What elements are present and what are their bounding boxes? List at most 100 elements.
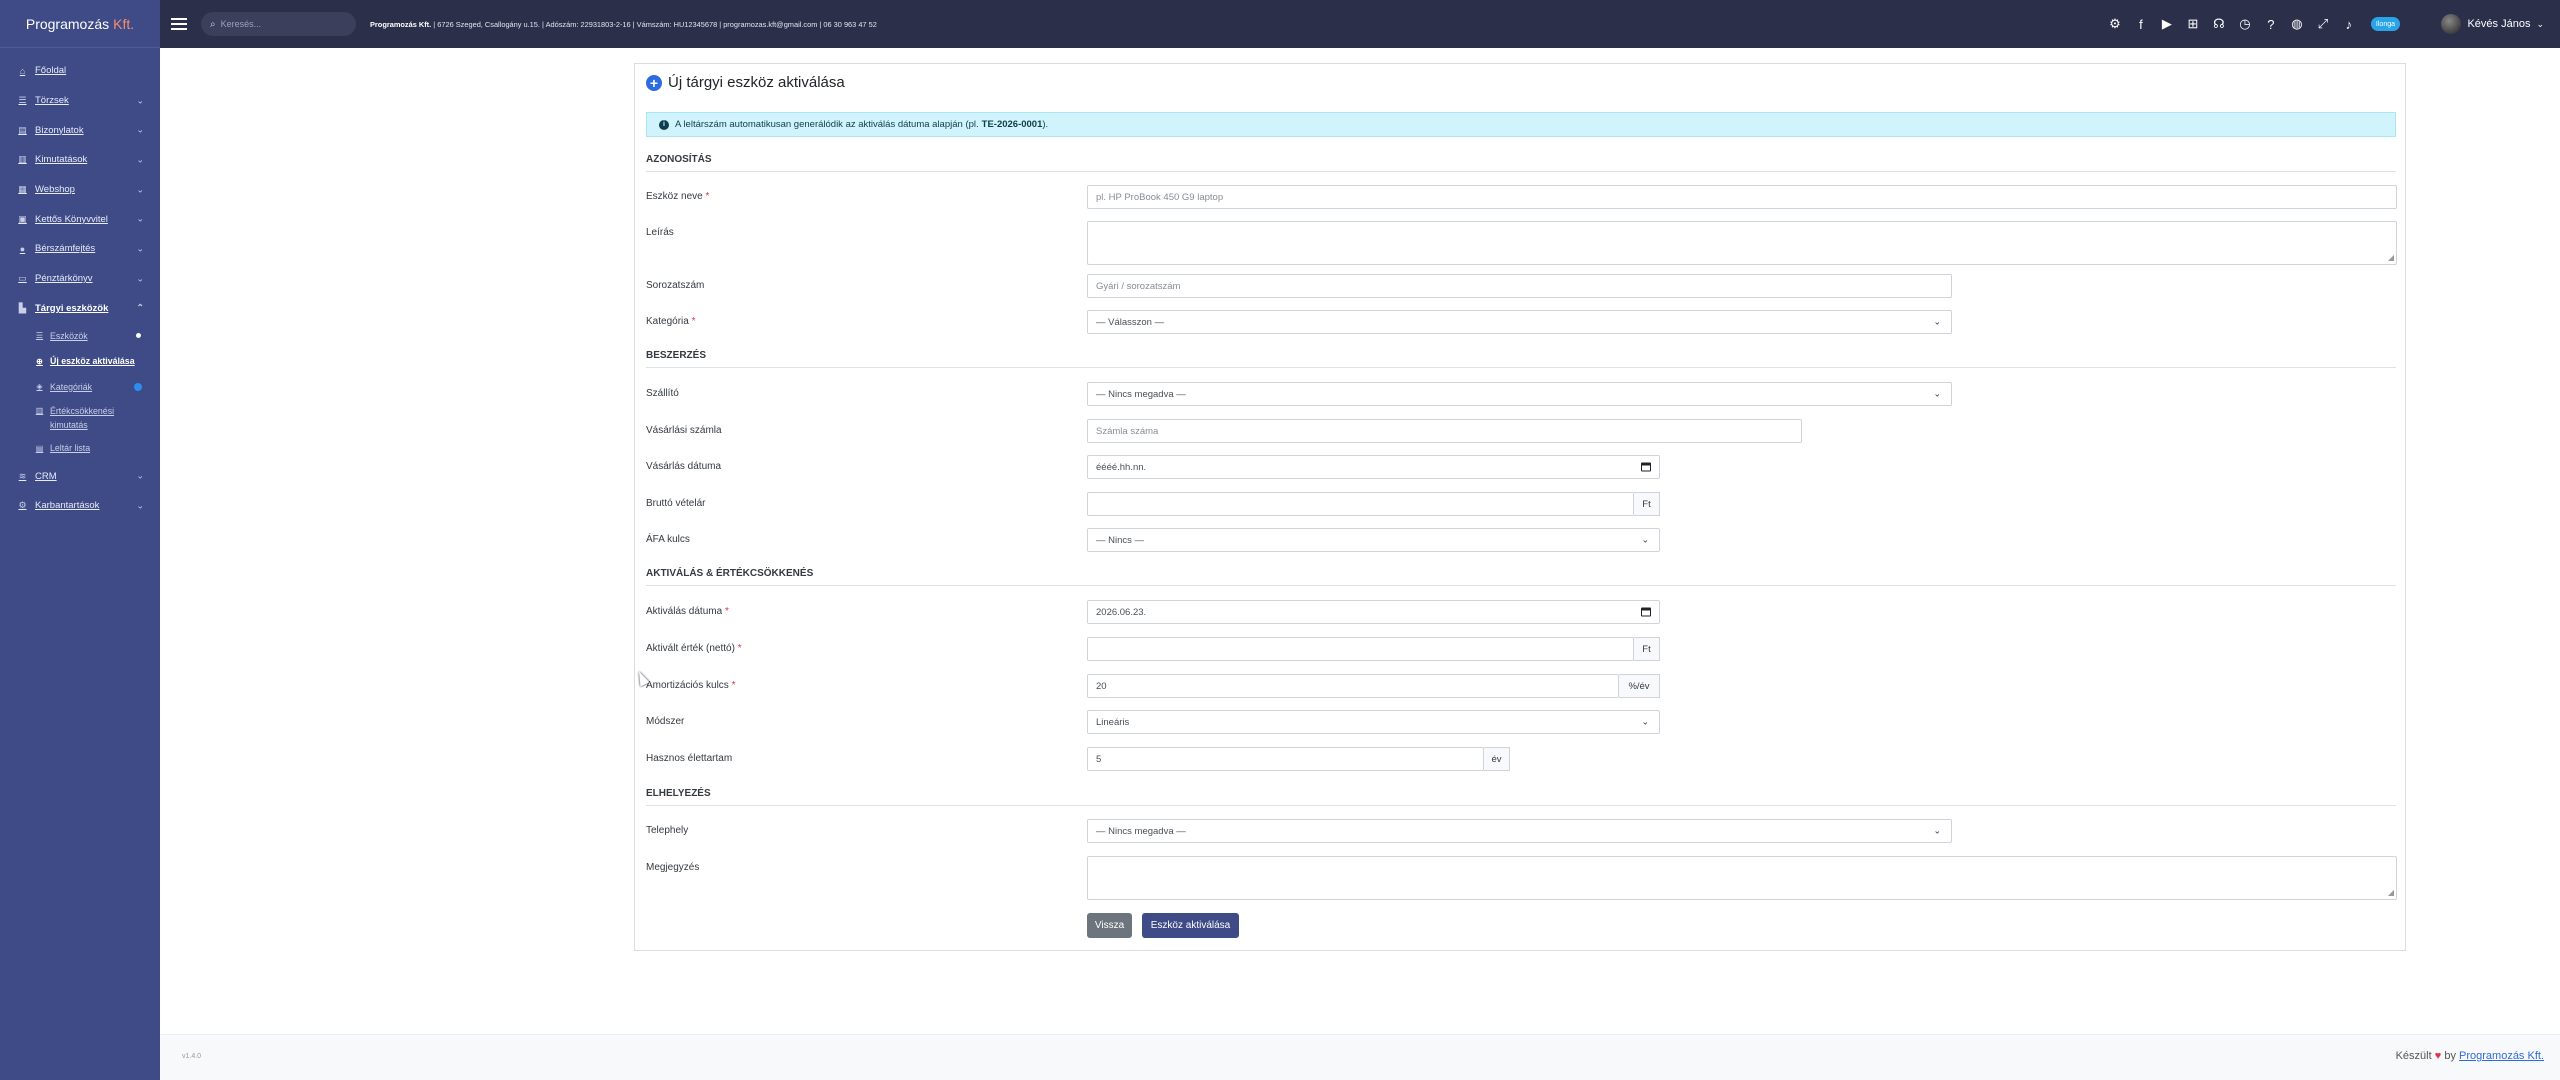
activation-date-input[interactable]: 2026.06.23. <box>1087 600 1660 624</box>
footer: v1.4.0 Készült ♥ by Programozás Kft. <box>160 1034 2560 1080</box>
sidebar-item-targyi-eszkozok[interactable]: ▙ Tárgyi eszközök ⌃ <box>0 294 160 324</box>
sidebar-subitem-ertekcsokkenesi-kimutatas[interactable]: ▥ Értékcsökkenési kimutatás <box>0 400 160 436</box>
vat-select[interactable]: — Nincs — ⌄ <box>1087 528 1660 552</box>
serial-number-input[interactable]: Gyári / sorozatszám <box>1087 274 1952 298</box>
sidebar-item-torzsek[interactable]: ☰ Törzsek ⌄ <box>0 86 160 116</box>
search-icon: ⌕ <box>210 18 216 30</box>
chat-icon[interactable]: ◍ <box>2289 16 2305 32</box>
resize-handle-icon[interactable]: ◢ <box>2388 888 2394 897</box>
topbar-icons: ⚙ f ▶ ⊞ ☊ ◷ ? ◍ ⤢ ♪ Ilonga <box>2107 0 2400 48</box>
brand-logo[interactable]: Programozás Kft. <box>0 0 160 48</box>
user-name: Kévés János <box>2467 18 2531 30</box>
asset-icon: ▙ <box>19 302 26 313</box>
chevron-down-icon: ⌄ <box>136 213 144 224</box>
chevron-down-icon: ⌄ <box>2536 18 2544 29</box>
settings-icon[interactable]: ⚙ <box>2107 16 2123 32</box>
chart-icon: ▥ <box>18 154 27 165</box>
info-icon: i <box>659 119 669 130</box>
sidebar-item-bizonylatok[interactable]: ▤ Bizonylatok ⌄ <box>0 115 160 145</box>
useful-life-input[interactable]: 5 <box>1087 747 1484 771</box>
gross-price-input[interactable] <box>1087 492 1634 516</box>
chevron-down-icon: ⌄ <box>1933 316 1941 327</box>
facebook-icon[interactable]: f <box>2133 16 2149 32</box>
sidebar-nav: ⌂ Főoldal ☰ Törzsek ⌄ ▤ Bizonylatok ⌄ ▥ Kimuta… <box>0 48 160 521</box>
label-vasarlasi-szamla: Vásárlási számla <box>646 425 722 436</box>
help-icon[interactable]: ? <box>2263 16 2279 32</box>
sidebar-item-crm[interactable]: ≋ CRM ⌄ <box>0 461 160 491</box>
section-elhelyezes: ELHELYEZÉS <box>646 788 2396 806</box>
search-input[interactable]: ⌕ Keresés... <box>201 12 356 36</box>
label-brutto-vetelar: Bruttó vételár <box>646 498 706 509</box>
fullscreen-icon[interactable]: ⤢ <box>2315 16 2331 32</box>
section-azonositas: AZONOSÍTÁS <box>646 154 2396 172</box>
status-badge[interactable]: Ilonga <box>2370 17 2400 31</box>
sidebar-item-webshop[interactable]: ▦ Webshop ⌄ <box>0 175 160 205</box>
sidebar-item-fooldal[interactable]: ⌂ Főoldal <box>0 56 160 86</box>
info-alert: iA leltárszám automatikusan generálódik … <box>646 112 2396 137</box>
chart-line-icon: ▥ <box>35 405 44 415</box>
resize-handle-icon[interactable]: ◢ <box>2388 253 2394 262</box>
note-textarea[interactable]: ◢ <box>1087 856 2397 900</box>
bell-icon[interactable]: ♪ <box>2341 16 2357 32</box>
hamburger-menu-icon[interactable] <box>171 18 187 30</box>
label-telephely: Telephely <box>646 825 689 836</box>
invoice-number-input[interactable]: Számla száma <box>1087 419 1802 443</box>
sidebar-item-kettos-konyvvitel[interactable]: ▣ Kettős Könyvvitel ⌄ <box>0 204 160 234</box>
label-szallito: Szállító <box>646 388 679 399</box>
sidebar-subitem-leltar-lista[interactable]: ▤ Leltár lista <box>0 436 160 462</box>
heart-icon: ♥ <box>2434 1050 2442 1062</box>
chevron-down-icon: ⌄ <box>1641 534 1649 545</box>
company-link[interactable]: Programozás Kft. <box>2459 1050 2544 1062</box>
currency-addon: Ft <box>1634 492 1660 516</box>
sidebar-subitem-eszkozok[interactable]: ☰ Eszközök <box>0 323 160 349</box>
chevron-down-icon: ⌄ <box>136 243 144 254</box>
user-menu[interactable]: Kévés János ⌄ <box>2441 0 2544 48</box>
status-dot <box>136 333 141 339</box>
method-select[interactable]: Lineáris ⌄ <box>1087 710 1660 734</box>
list-icon: ☰ <box>35 331 44 341</box>
label-aktivalt-ertek: Aktivált érték (nettó) * <box>646 643 742 654</box>
status-dot <box>134 382 142 391</box>
chevron-down-icon: ⌄ <box>1933 825 1941 836</box>
crm-icon: ≋ <box>18 470 27 481</box>
description-textarea[interactable]: ◢ <box>1087 221 2397 265</box>
activate-asset-button[interactable]: Eszköz aktiválása <box>1142 913 1239 938</box>
label-eszkoz-neve: Eszköz neve * <box>646 191 710 202</box>
sidebar-subitem-kategoriak[interactable]: ◈ Kategóriák <box>0 374 160 400</box>
chevron-down-icon: ⌄ <box>136 273 144 284</box>
section-aktivalas: AKTIVÁLÁS & ÉRTÉKCSÖKKENÉS <box>646 568 2396 586</box>
cash-icon: ▭ <box>18 273 27 284</box>
label-hasznos-elettartam: Hasznos élettartam <box>646 753 733 764</box>
plus-circle-icon: + <box>646 74 662 91</box>
page-title: + Új tárgyi eszköz aktiválása <box>646 74 845 91</box>
youtube-icon[interactable]: ▶ <box>2159 16 2175 32</box>
sidebar-item-berszamfejtes[interactable]: ● Bérszámfejtés ⌄ <box>0 234 160 264</box>
sidebar-item-karbantartasok[interactable]: ⚙ Karbantartások ⌄ <box>0 491 160 521</box>
back-button[interactable]: Vissza <box>1087 913 1132 938</box>
cart-icon[interactable]: ⊞ <box>2185 16 2201 32</box>
search-placeholder: Keresés... <box>220 19 262 29</box>
label-megjegyzes: Megjegyzés <box>646 862 700 873</box>
chevron-down-icon: ⌄ <box>136 184 144 195</box>
chevron-down-icon: ⌄ <box>136 154 144 165</box>
history-icon[interactable]: ◷ <box>2237 16 2253 32</box>
percent-per-year-addon: %/év <box>1619 674 1660 698</box>
amortization-rate-input[interactable]: 20 <box>1087 674 1619 698</box>
chevron-down-icon: ⌄ <box>136 95 144 106</box>
asset-name-input[interactable]: pl. HP ProBook 450 G9 laptop <box>1087 185 2397 209</box>
support-icon[interactable]: ☊ <box>2211 16 2227 32</box>
sidebar-item-kimutatasok[interactable]: ▥ Kimutatások ⌄ <box>0 145 160 175</box>
sidebar-item-penztarkonyv[interactable]: ▭ Pénztárkönyv ⌄ <box>0 264 160 294</box>
purchase-date-input[interactable]: éééé.hh.nn. <box>1087 455 1660 479</box>
label-modszer: Módszer <box>646 716 685 727</box>
net-value-input[interactable] <box>1087 637 1634 661</box>
category-select[interactable]: — Válasszon — ⌄ <box>1087 310 1952 334</box>
calendar-icon[interactable] <box>1641 607 1651 617</box>
plus-circle-icon: ⊕ <box>36 356 43 366</box>
site-select[interactable]: — Nincs megadva — ⌄ <box>1087 819 1952 843</box>
made-by: Készült ♥ by Programozás Kft. <box>2395 1050 2544 1062</box>
supplier-select[interactable]: — Nincs megadva — ⌄ <box>1087 382 1952 406</box>
sidebar-subitem-uj-eszkoz-aktivalasa[interactable]: ⊕ Új eszköz aktiválása <box>0 349 160 375</box>
clipboard-icon: ▤ <box>35 443 44 453</box>
calendar-icon[interactable] <box>1641 462 1651 472</box>
